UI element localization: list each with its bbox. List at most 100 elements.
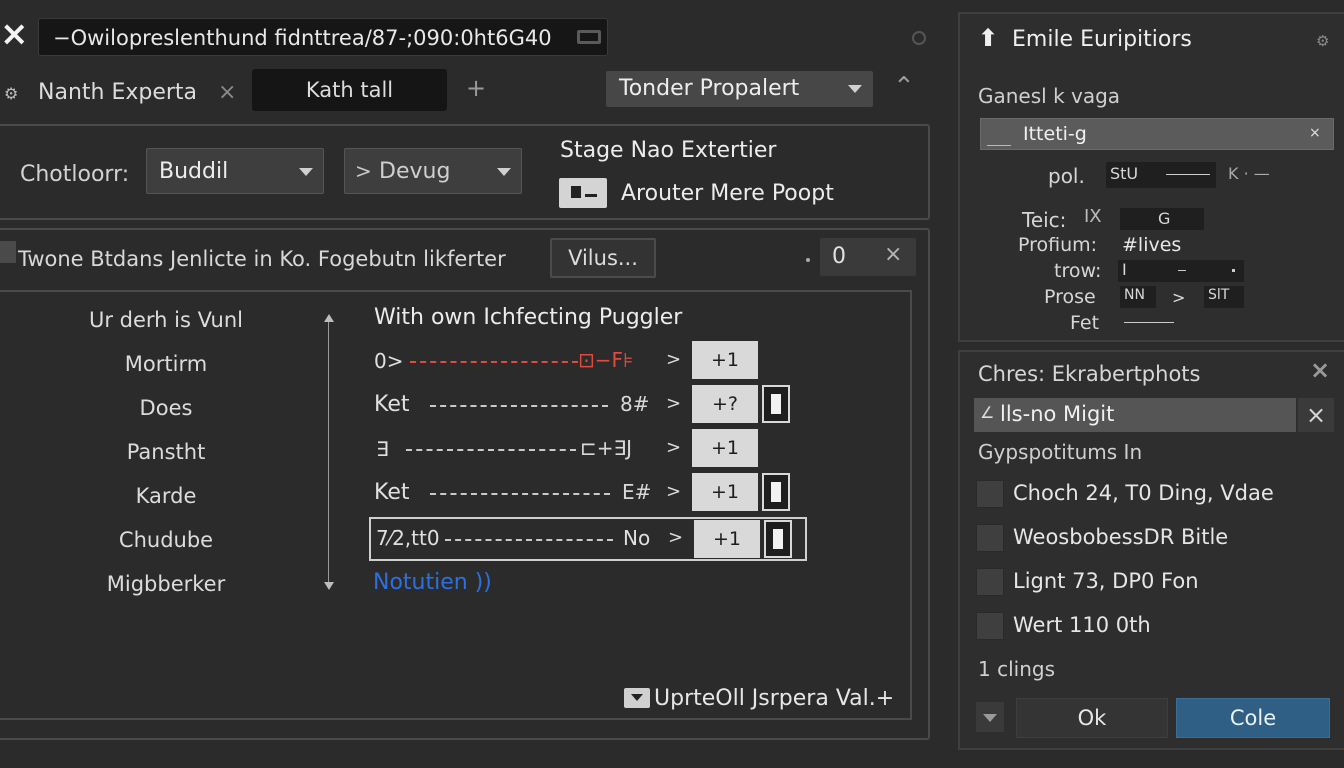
table-row-selected[interactable]: 7⁄2,tt0 No > +1 [369, 517, 807, 561]
list-item[interactable]: Migbberker [66, 570, 266, 614]
prop-value-field[interactable]: G [1120, 208, 1204, 230]
chres-search[interactable]: ∠ lls-no Migit [974, 398, 1296, 432]
property-input[interactable]: Itteti-g × [980, 118, 1334, 150]
row-end-label: 8# [620, 392, 650, 416]
up-icon[interactable]: ⌃ [893, 72, 915, 102]
collapse-toggle[interactable] [976, 702, 1004, 732]
arrow-up-icon [324, 314, 334, 322]
row-arrow-icon: > [666, 349, 682, 370]
devug-select[interactable]: > Devug [344, 148, 522, 194]
panel-title: Emile Euripitiors [1012, 27, 1192, 52]
row-arrow-icon: > [666, 437, 682, 458]
row-checkbox[interactable] [762, 385, 790, 423]
cole-button[interactable]: Cole [1176, 698, 1330, 738]
row-arrow-icon: > [668, 527, 684, 548]
list-item[interactable]: Panstht [66, 438, 266, 482]
row-label: 7⁄2,tt0 [376, 526, 440, 550]
row-connector [445, 539, 613, 541]
prop-value-field[interactable]: NN [1120, 286, 1156, 308]
tab-nanth-experta[interactable]: ⚙ Nanth Experta × [0, 72, 240, 112]
row-value[interactable]: +1 [692, 429, 758, 467]
table-row[interactable]: Ket 8# > +? [374, 385, 794, 425]
clear-icon[interactable]: × [884, 242, 902, 267]
notutien-link[interactable]: Notutien )) [373, 570, 492, 595]
address-bar[interactable]: −Owilopreslenthund fidnttrea/87-;090:0ht… [38, 18, 608, 56]
footer-label[interactable]: Uprt͏eOll Jsrpera Val.+ [654, 686, 894, 711]
prop-label: pol. [1048, 164, 1085, 188]
table-row[interactable]: Ket E# > +1 [374, 473, 794, 513]
ok-button[interactable]: Ok [1016, 698, 1168, 738]
tab-kath-tall[interactable]: Kath tall [252, 69, 447, 111]
input-value: Itteti-g [1023, 123, 1087, 145]
stage-button-icon[interactable] [559, 178, 607, 208]
help-icon[interactable] [912, 31, 926, 45]
prop-line[interactable] [1124, 322, 1174, 323]
count-value: 0 [832, 244, 846, 269]
prop-arrow-icon: > [1172, 288, 1186, 307]
row-label: 0> [374, 349, 404, 373]
option-row[interactable]: Wert 110 0th [976, 610, 1336, 642]
count-field[interactable]: 0 × [820, 238, 916, 276]
option-row[interactable]: WeosbobessDR Bitle [976, 522, 1336, 554]
prop-value: StU [1110, 164, 1139, 183]
list-item[interactable]: Does [66, 394, 266, 438]
input-clear-icon[interactable]: × [1309, 125, 1321, 141]
search-clear-button[interactable]: × [1298, 398, 1334, 432]
list-item[interactable]: Ur derh is Vunl [66, 306, 266, 350]
list-item[interactable]: Mortirm [66, 350, 266, 394]
row-label: ∃ [376, 437, 389, 461]
buddil-select[interactable]: Buddil [146, 148, 324, 194]
search-value: lls-no Migit [1000, 402, 1115, 426]
list-item[interactable]: Chudube [66, 526, 266, 570]
tab-close-icon[interactable]: × [218, 80, 236, 105]
row-end-label: ⊡−F⊧ [578, 348, 634, 372]
tab-label: Nanth Experta [38, 80, 198, 105]
row-value[interactable]: +1 [692, 473, 758, 511]
prop-value-field[interactable]: I [1118, 260, 1244, 282]
row-arrow-icon: > [666, 481, 682, 502]
layout-icon[interactable] [577, 30, 601, 44]
close-icon[interactable]: × [0, 14, 29, 54]
option-row[interactable]: Choch 24, T0 Ding, Vdae [976, 478, 1336, 510]
prop-value: NN [1124, 287, 1145, 303]
prop-value[interactable]: #lives [1122, 234, 1181, 256]
row-end-label: ⊏+∃J [580, 436, 633, 460]
row-connector [406, 449, 576, 451]
list-item[interactable]: Karde [66, 482, 266, 526]
select-value: Devug [379, 159, 451, 184]
table-row[interactable]: 0> ⊡−F⊧ > +1 [374, 341, 794, 381]
option-checkbox[interactable] [976, 568, 1004, 596]
link-label: Notutien [373, 570, 468, 595]
footer-dropdown-icon[interactable] [624, 688, 650, 708]
settings-icon[interactable]: ⚙ [1316, 32, 1329, 50]
toolbar-description: Twone Btdans Jenlicte in Ko. Fogebutn li… [18, 247, 506, 271]
profile-dropdown[interactable]: Tonder Propalert [606, 71, 873, 107]
row-checkbox[interactable] [762, 473, 790, 511]
prop-value-field[interactable]: SlT [1204, 286, 1244, 308]
prop-value-field[interactable]: StU [1106, 162, 1216, 188]
option-checkbox[interactable] [976, 524, 1004, 552]
row-checkbox[interactable] [764, 520, 792, 558]
option-checkbox[interactable] [976, 480, 1004, 508]
values-button[interactable]: Vilus... [550, 238, 656, 278]
row-value[interactable]: +? [692, 385, 758, 423]
filter-label: Chotloorr: [20, 162, 130, 187]
vertical-divider [328, 318, 329, 586]
select-value: Buddil [159, 159, 229, 184]
row-value[interactable]: +1 [694, 520, 760, 558]
row-arrow-icon: > [666, 393, 682, 414]
add-tab-button[interactable]: + [466, 74, 486, 102]
option-checkbox[interactable] [976, 612, 1004, 640]
values-button-label: Vilus... [568, 246, 638, 270]
chevron-right-icon: > [355, 159, 372, 183]
rows-heading: With own Ichfecting Puggler [374, 305, 683, 330]
prop-icon: IX [1084, 206, 1102, 227]
table-row[interactable]: ∃ ⊏+∃J > +1 [374, 429, 794, 469]
chres-close-icon[interactable]: × [1310, 356, 1330, 384]
upload-icon[interactable]: ⬆ [978, 24, 998, 52]
stage-button-label[interactable]: Arouter Mere Poopt [621, 181, 834, 206]
row-connector [430, 493, 610, 495]
option-row[interactable]: Lignt 73, DP0 Fon [976, 566, 1336, 598]
expand-toggle[interactable] [0, 241, 16, 263]
row-value[interactable]: +1 [692, 341, 758, 379]
